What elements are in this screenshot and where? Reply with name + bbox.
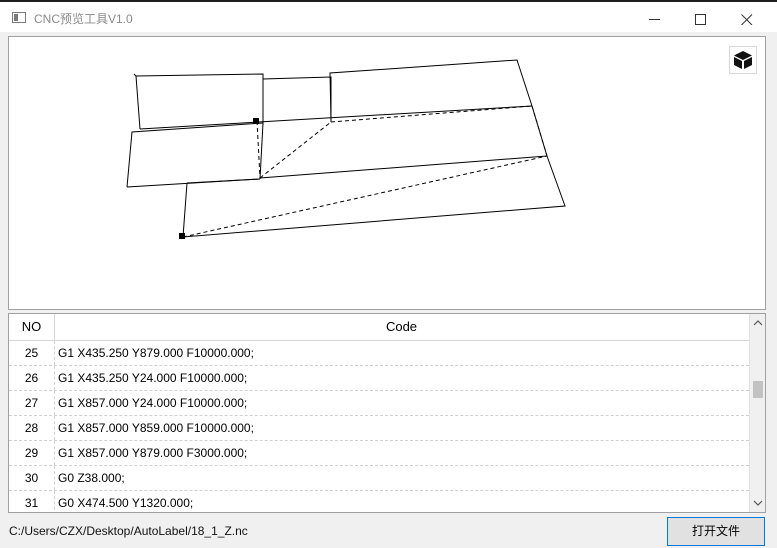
rapid-move-3 [330, 105, 533, 123]
toolpath-middle-rail [259, 155, 548, 179]
chevron-down-icon [753, 500, 763, 506]
table-row[interactable]: 28 G1 X857.000 Y859.000 F10000.000; [9, 416, 749, 441]
rapid-move-1 [256, 120, 261, 179]
close-icon [741, 14, 753, 25]
toolpath-drawing [126, 59, 566, 239]
row-code: G0 Z38.000; [58, 471, 125, 485]
row-code: G1 X857.000 Y859.000 F10000.000; [58, 421, 254, 435]
app-icon [12, 12, 26, 23]
file-path: C:/Users/CZX/Desktop/AutoLabel/18_1_Z.nc [9, 524, 248, 538]
title-bar: CNC预览工具V1.0 [0, 2, 777, 32]
column-header-code[interactable]: Code [54, 314, 749, 340]
toolpath-end-marker [179, 233, 185, 239]
toolpath-top-left-panel [135, 73, 264, 130]
row-number: 28 [9, 416, 55, 440]
maximize-button[interactable] [678, 4, 724, 34]
row-code: G0 X474.500 Y1320.000; [58, 496, 194, 510]
table-row[interactable]: 31 G0 X474.500 Y1320.000; [9, 491, 749, 512]
table-row[interactable]: 25 G1 X435.250 Y879.000 F10000.000; [9, 341, 749, 366]
toolpath-corner-tick [133, 73, 137, 77]
scroll-thumb[interactable] [753, 381, 763, 398]
chevron-up-icon [753, 320, 763, 326]
toolpath-middle-left-panel [126, 122, 264, 188]
window-title: CNC预览工具V1.0 [34, 12, 133, 26]
row-code: G1 X435.250 Y879.000 F10000.000; [58, 346, 254, 360]
toolpath-upper-rail [139, 105, 533, 130]
row-number: 31 [9, 491, 55, 512]
3d-view-button[interactable] [729, 46, 757, 74]
close-button[interactable] [724, 4, 770, 34]
toolpath-bottom-rail [186, 178, 261, 184]
rapid-move-2 [259, 121, 332, 179]
scroll-down-button[interactable] [750, 495, 765, 512]
minimize-icon [649, 19, 660, 20]
row-number: 30 [9, 466, 55, 490]
row-code: G1 X857.000 Y879.000 F3000.000; [58, 446, 248, 460]
table-header: NO Code [9, 314, 749, 341]
table-row[interactable]: 26 G1 X435.250 Y24.000 F10000.000; [9, 366, 749, 391]
column-header-no[interactable]: NO [9, 314, 55, 340]
row-code: G1 X857.000 Y24.000 F10000.000; [58, 396, 248, 410]
cube-icon [734, 51, 752, 69]
rapid-move-5 [182, 155, 548, 238]
table-scrollbar[interactable] [749, 314, 765, 512]
toolpath-bottom-panel [182, 155, 566, 238]
row-code: G1 X435.250 Y24.000 F10000.000; [58, 371, 248, 385]
minimize-button[interactable] [632, 4, 678, 34]
toolpath-top-middle-panel [262, 76, 332, 125]
scroll-up-button[interactable] [750, 314, 765, 331]
row-number: 29 [9, 441, 55, 465]
table-row[interactable]: 30 G0 Z38.000; [9, 466, 749, 491]
open-file-button[interactable]: 打开文件 [667, 517, 765, 546]
row-number: 25 [9, 341, 55, 365]
table-row[interactable]: 29 G1 X857.000 Y879.000 F3000.000; [9, 441, 749, 466]
toolpath-preview[interactable] [8, 36, 766, 310]
table-row[interactable]: 27 G1 X857.000 Y24.000 F10000.000; [9, 391, 749, 416]
toolpath-top-right-panel [329, 59, 533, 123]
row-number: 27 [9, 391, 55, 415]
toolpath-start-marker [253, 118, 259, 124]
maximize-icon [695, 14, 706, 25]
gcode-table[interactable]: NO Code 25 G1 X435.250 Y879.000 F10000.0… [8, 313, 766, 513]
row-number: 26 [9, 366, 55, 390]
